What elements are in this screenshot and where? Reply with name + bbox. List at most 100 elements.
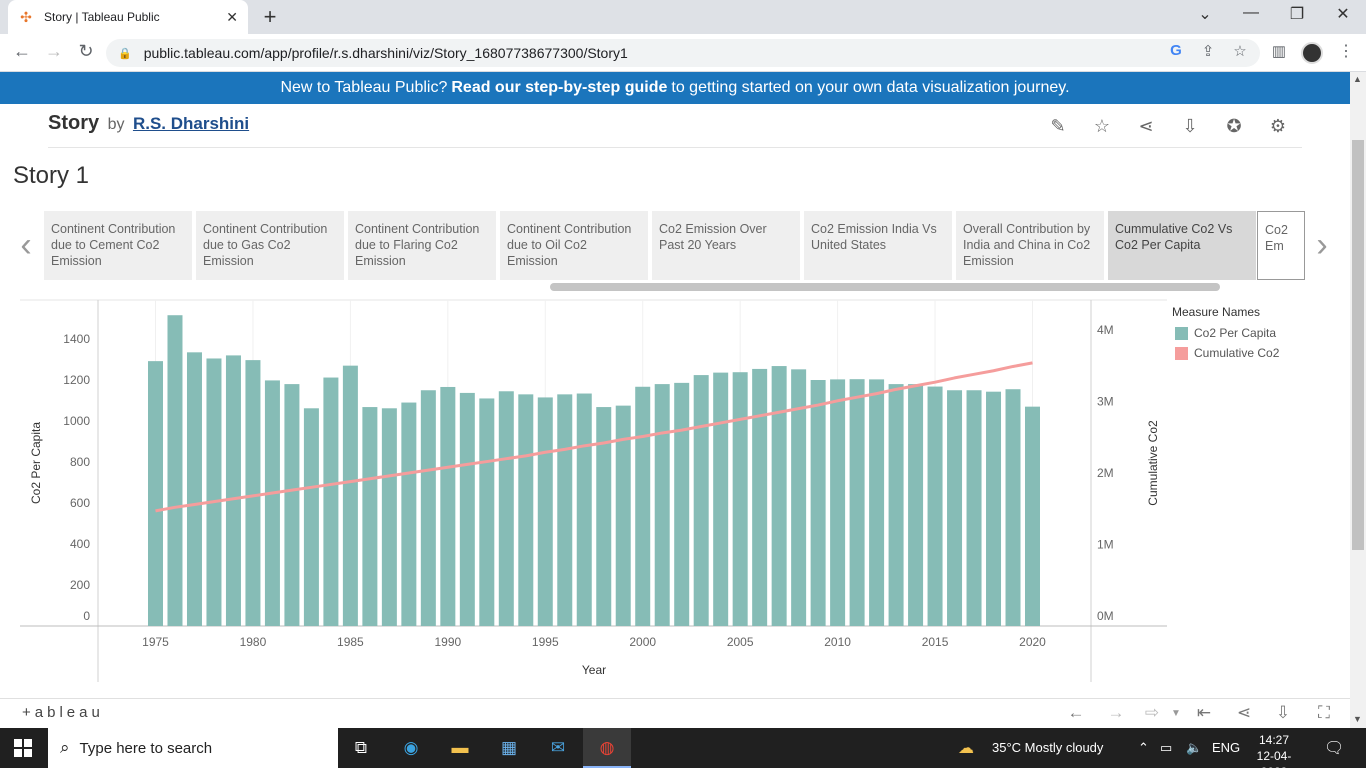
legend-item[interactable]: Co2 Per Capita xyxy=(1175,326,1276,340)
restore-icon[interactable]: ❐ xyxy=(1282,4,1312,24)
y2-axis-label: Cumulative Co2 xyxy=(1146,420,1160,506)
new-tab-icon[interactable]: + xyxy=(258,4,282,30)
chrome-menu-icon[interactable]: ⋮ xyxy=(1338,41,1354,61)
story-point[interactable]: Continent Contribution due to Oil Co2 Em… xyxy=(500,211,648,280)
share-icon[interactable]: ⋖ xyxy=(1134,116,1158,137)
y2-tick-label: 1M xyxy=(1097,538,1114,552)
y2-tick-label: 0M xyxy=(1097,609,1114,623)
replay-icon[interactable]: ⇨ xyxy=(1140,703,1164,723)
story-point-active[interactable]: Cummulative Co2 Vs Co2 Per Capita xyxy=(1108,211,1256,280)
browser-tab[interactable]: ✣ Story | Tableau Public ✕ xyxy=(8,0,248,34)
favorite-star-icon[interactable]: ☆ xyxy=(1090,116,1114,137)
x-tick-label: 1980 xyxy=(240,635,267,649)
redo-icon[interactable]: → xyxy=(1104,703,1128,723)
y-axis-label: Co2 Per Capita xyxy=(29,422,43,504)
story-point[interactable]: Co2 Em xyxy=(1257,211,1305,280)
edit-viz-icon[interactable]: ✎ xyxy=(1046,116,1070,137)
y-tick-label: 600 xyxy=(70,496,90,510)
story-point[interactable]: Continent Contribution due to Flaring Co… xyxy=(348,211,496,280)
download-icon[interactable]: ⇩ xyxy=(1271,703,1295,723)
edge-icon[interactable]: ◉ xyxy=(398,736,424,760)
story-title: Story 1 xyxy=(13,162,90,189)
badge-icon[interactable]: ✪ xyxy=(1222,116,1246,137)
banner-suffix: to getting started on your own data visu… xyxy=(671,79,1070,96)
story-point[interactable]: Co2 Emission Over Past 20 Years xyxy=(652,211,800,280)
scroll-down-icon[interactable]: ▼ xyxy=(1353,714,1362,724)
side-panel-icon[interactable]: ▥ xyxy=(1269,42,1289,60)
scroll-up-icon[interactable]: ▲ xyxy=(1353,74,1362,84)
tab-search-icon[interactable]: ⌄ xyxy=(1190,4,1220,24)
tableau-logo[interactable]: +ableau xyxy=(22,704,104,721)
bar xyxy=(401,402,417,626)
fullscreen-icon[interactable]: ⛶ xyxy=(1312,703,1336,723)
by-label: by xyxy=(107,116,125,133)
story-point[interactable]: Continent Contribution due to Cement Co2… xyxy=(44,211,192,280)
language-indicator[interactable]: ENG xyxy=(1212,740,1240,755)
bar xyxy=(498,391,514,626)
taskbar-search[interactable]: ⌕ Type here to search xyxy=(48,728,338,768)
download-icon[interactable]: ⇩ xyxy=(1178,116,1202,137)
minimize-icon[interactable]: — xyxy=(1236,4,1266,22)
revert-icon[interactable]: ⇤ xyxy=(1192,703,1216,723)
bar xyxy=(576,393,592,626)
bar xyxy=(537,397,553,626)
bar xyxy=(1025,406,1040,626)
bar xyxy=(245,360,261,626)
clock-time: 14:27 xyxy=(1258,733,1290,747)
x-tick-label: 1985 xyxy=(337,635,364,649)
bar xyxy=(849,379,865,626)
mail-icon[interactable]: ✉ xyxy=(545,736,571,760)
clock[interactable]: 14:27 12-04-2023 xyxy=(1246,732,1302,780)
y-tick-label: 1400 xyxy=(63,332,90,346)
story-points-scrollbar[interactable] xyxy=(550,283,1220,291)
close-tab-icon[interactable]: ✕ xyxy=(226,9,238,26)
reload-icon[interactable]: ↻ xyxy=(74,41,98,62)
tray-chevron-icon[interactable]: ⌃ xyxy=(1138,740,1149,756)
store-icon[interactable]: ▦ xyxy=(496,736,522,760)
bar xyxy=(557,394,573,626)
banner-guide-link[interactable]: Read our step-by-step guide xyxy=(451,79,667,97)
page-scrollbar[interactable]: ▲ ▼ xyxy=(1350,72,1366,728)
profile-avatar[interactable] xyxy=(1301,42,1323,64)
story-next-icon[interactable]: › xyxy=(1310,226,1334,265)
bookmark-star-icon[interactable]: ☆ xyxy=(1230,42,1250,60)
bar xyxy=(225,355,241,626)
share-icon[interactable]: ⇪ xyxy=(1198,42,1218,60)
x-tick-label: 2005 xyxy=(727,635,754,649)
story-point[interactable]: Overall Contribution by India and China … xyxy=(956,211,1104,280)
chrome-icon[interactable]: ◍ xyxy=(594,736,620,760)
google-translate-icon[interactable]: G xyxy=(1166,42,1186,59)
viz-name: Story xyxy=(48,112,100,134)
url-field[interactable]: 🔒 public.tableau.com/app/profile/r.s.dha… xyxy=(106,39,1260,67)
bar xyxy=(908,384,924,626)
file-explorer-icon[interactable]: ▬ xyxy=(447,736,473,760)
volume-icon[interactable]: 🔈 xyxy=(1186,740,1202,756)
replay-dropdown-icon[interactable]: ▼ xyxy=(1164,708,1188,719)
bar xyxy=(148,361,163,626)
banner-prefix: New to Tableau Public? xyxy=(280,79,448,96)
x-axis-label: Year xyxy=(582,663,606,677)
x-tick-label: 2015 xyxy=(922,635,949,649)
network-icon[interactable]: ▭ xyxy=(1160,740,1172,756)
undo-icon[interactable]: ← xyxy=(1064,703,1088,723)
share-icon[interactable]: ⋖ xyxy=(1232,703,1256,723)
forward-icon[interactable]: → xyxy=(42,41,66,62)
story-point[interactable]: Continent Contribution due to Gas Co2 Em… xyxy=(196,211,344,280)
notifications-icon[interactable]: 🗨 xyxy=(1324,738,1344,758)
weather-icon[interactable]: ☁ xyxy=(958,738,974,758)
task-view-icon[interactable]: ⧉ xyxy=(348,736,374,760)
settings-gear-icon[interactable]: ⚙ xyxy=(1266,116,1290,137)
scrollbar-thumb[interactable] xyxy=(1352,140,1364,550)
story-point[interactable]: Co2 Emission India Vs United States xyxy=(804,211,952,280)
close-window-icon[interactable]: ✕ xyxy=(1328,4,1358,24)
legend-item[interactable]: Cumulative Co2 xyxy=(1175,346,1279,360)
weather-text[interactable]: 35°C Mostly cloudy xyxy=(992,740,1103,755)
back-icon[interactable]: ← xyxy=(10,41,34,62)
author-link[interactable]: R.S. Dharshini xyxy=(133,114,249,133)
tableau-banner: New to Tableau Public? Read our step-by-… xyxy=(0,72,1350,104)
story-prev-icon[interactable]: ‹ xyxy=(14,226,38,265)
bar xyxy=(518,394,534,626)
y-tick-label: 800 xyxy=(70,455,90,469)
tableau-toolbar: +ableau ← → ⇨ ▼ ⇤ ⋖ ⇩ ⛶ xyxy=(0,698,1350,728)
windows-start-icon[interactable] xyxy=(14,739,32,757)
